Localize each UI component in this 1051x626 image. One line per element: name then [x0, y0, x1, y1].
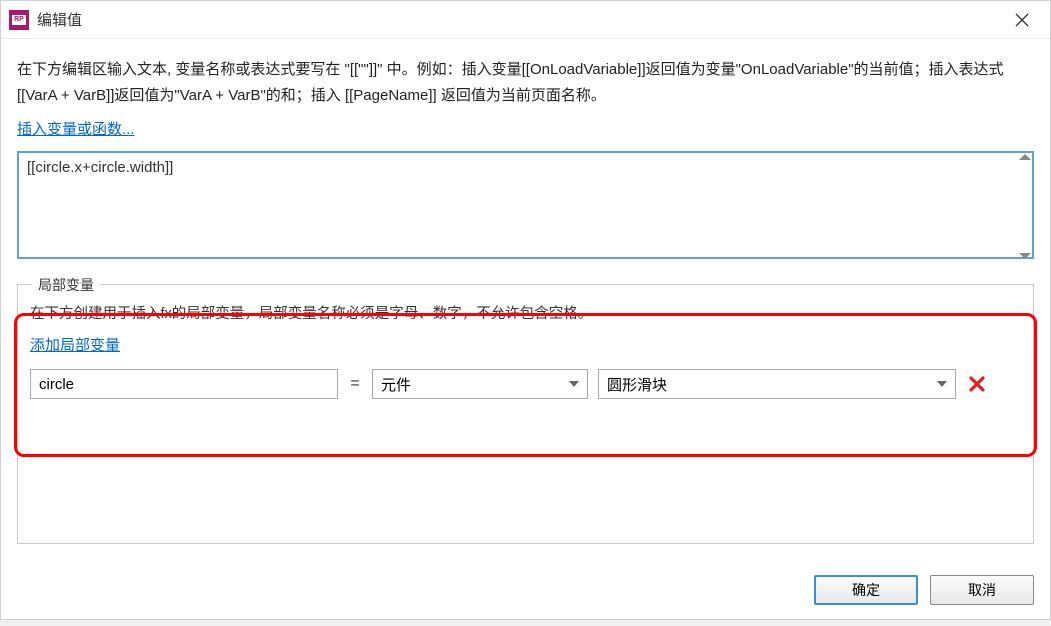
close-icon [1015, 13, 1029, 27]
expression-input[interactable] [17, 151, 1034, 259]
app-icon-label: RP [12, 15, 26, 25]
chevron-down-icon [569, 381, 579, 387]
cancel-button[interactable]: 取消 [930, 575, 1034, 605]
local-vars-legend: 局部变量 [32, 275, 100, 295]
var-target-value: 圆形滑块 [607, 374, 667, 395]
local-var-row: = 元件 圆形滑块 [30, 369, 1021, 399]
add-local-var-link[interactable]: 添加局部变量 [30, 334, 120, 355]
dialog-footer: 确定 取消 [814, 575, 1034, 605]
window-title: 编辑值 [37, 9, 82, 30]
local-vars-fieldset: 局部变量 在下方创建用于插入fx的局部变量，局部变量名称必须是字母、数字，不允许… [17, 284, 1034, 544]
chevron-down-icon [937, 381, 947, 387]
dialog-window: RP 编辑值 在下方编辑区输入文本, 变量名称或表达式要写在 "[[""]]" … [0, 0, 1051, 620]
ok-button[interactable]: 确定 [814, 575, 918, 605]
delete-var-button[interactable] [966, 373, 988, 395]
local-vars-inner: 在下方创建用于插入fx的局部变量，局部变量名称必须是字母、数字，不允许包含空格。… [30, 285, 1021, 399]
insert-variable-link[interactable]: 插入变量或函数... [17, 118, 135, 139]
var-name-input[interactable] [30, 369, 338, 399]
scroll-up-icon[interactable] [1019, 154, 1031, 160]
close-button[interactable] [1002, 5, 1042, 35]
delete-icon [968, 375, 986, 393]
var-type-select[interactable]: 元件 [372, 369, 588, 399]
instructions-text: 在下方编辑区输入文本, 变量名称或表达式要写在 "[[""]]" 中。例如：插入… [17, 57, 1034, 108]
titlebar: RP 编辑值 [1, 1, 1050, 39]
var-type-value: 元件 [381, 374, 411, 395]
app-icon: RP [9, 10, 29, 30]
var-target-select[interactable]: 圆形滑块 [598, 369, 956, 399]
dialog-content: 在下方编辑区输入文本, 变量名称或表达式要写在 "[[""]]" 中。例如：插入… [1, 39, 1050, 544]
local-vars-instructions: 在下方创建用于插入fx的局部变量，局部变量名称必须是字母、数字，不允许包含空格。 [30, 303, 1021, 326]
equals-label: = [348, 375, 362, 393]
expression-wrap [17, 151, 1034, 262]
scroll-down-icon[interactable] [1019, 253, 1031, 259]
